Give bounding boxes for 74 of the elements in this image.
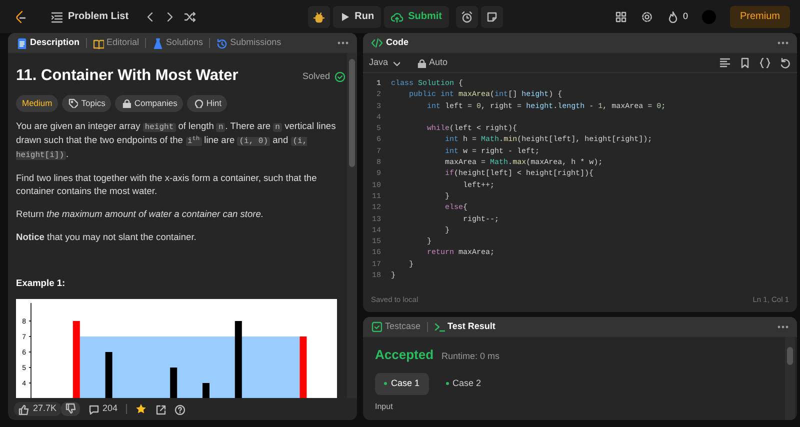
comment-icon[interactable] [88, 404, 99, 414]
thumbs-down-icon[interactable] [64, 403, 76, 414]
scrollbar[interactable] [347, 53, 357, 398]
braces-icon[interactable] [759, 56, 771, 68]
dislike-button[interactable] [60, 402, 80, 416]
code-icon[interactable] [371, 37, 383, 49]
submit-button[interactable]: Submit [384, 6, 449, 28]
hint-tag[interactable]: Hint [187, 94, 228, 112]
tab[interactable]: Solutions [152, 36, 204, 50]
note-icon[interactable] [486, 10, 498, 22]
topics-tag[interactable]: Topics [62, 94, 112, 112]
tag-icon[interactable] [68, 98, 78, 108]
flame-icon[interactable] [666, 10, 679, 22]
bug-icon[interactable] [312, 10, 325, 22]
description-paragraph: Notice that you may not slant the container. [16, 230, 198, 244]
book-icon[interactable] [92, 38, 104, 48]
problem-title: 11. Container With Most Water [16, 67, 238, 86]
tab[interactable]: Editorial [92, 36, 140, 50]
checkbox-icon[interactable] [371, 321, 382, 332]
timer-button[interactable] [456, 6, 478, 28]
run-button[interactable]: Run [332, 6, 382, 28]
description-paragraph: Return the maximum amount of water a container can store. [16, 208, 265, 221]
streak-count: 0 [682, 10, 688, 23]
verdict-text: Accepted [375, 346, 434, 364]
solved-status: Solved [302, 70, 330, 83]
language-dropdown[interactable]: Java [369, 56, 400, 70]
description-paragraph: Find two lines that together with the x-axis form a container, such that the container contains the most water. [16, 172, 318, 198]
cloud-upload-icon[interactable] [391, 10, 404, 22]
grid-icon[interactable] [614, 10, 627, 22]
star-icon[interactable] [134, 403, 147, 415]
dot-icon [384, 382, 387, 386]
undo-icon[interactable] [779, 56, 791, 68]
premium-button[interactable]: Premium [730, 6, 790, 28]
active-tab[interactable]: Test Result [434, 320, 496, 334]
input-label: Input [375, 400, 394, 413]
code-tab[interactable]: Code [371, 36, 408, 50]
settings-icon[interactable] [640, 10, 653, 22]
active-case-tab[interactable]: Case 1 [375, 373, 429, 395]
terminal-icon[interactable] [434, 321, 445, 332]
lock-icon[interactable] [121, 98, 132, 108]
list-icon[interactable] [51, 10, 63, 22]
flask-icon[interactable] [152, 38, 164, 48]
scrollbar[interactable] [785, 336, 795, 420]
case-tab[interactable]: Case 2 [436, 373, 490, 395]
description-paragraph: You are given an integer array height of length n . There are n vertical lines drawn such that the two endpoints of the i$^{th}$ line are (i, 0) and (i, height[i]) . [16, 120, 337, 162]
bookmark-icon[interactable] [739, 56, 751, 68]
dot-icon [446, 382, 449, 386]
tab[interactable]: Submissions [216, 36, 282, 50]
lock-icon[interactable] [416, 58, 426, 68]
comments-button[interactable]: 204 [88, 402, 118, 416]
bulb-icon[interactable] [193, 98, 204, 108]
companies-tag[interactable]: Companies [115, 94, 184, 112]
doc-icon[interactable] [16, 38, 27, 48]
format-icon[interactable] [719, 56, 731, 68]
help-icon[interactable] [174, 404, 185, 414]
like-button[interactable]: 27.7K [14, 402, 61, 416]
shuffle-icon[interactable] [184, 10, 196, 22]
notes-button[interactable] [480, 6, 503, 28]
auto-mode-button[interactable]: Auto [416, 56, 448, 70]
active-tab[interactable]: Description [16, 36, 80, 50]
tab[interactable]: Testcase [371, 320, 421, 334]
share-icon[interactable] [154, 404, 166, 414]
bar [170, 367, 178, 398]
thumbs-up-icon[interactable] [18, 404, 29, 414]
bar [202, 382, 210, 398]
logo-icon[interactable] [14, 10, 28, 24]
runtime-text: Runtime: 0 ms [442, 350, 500, 363]
history-icon[interactable] [216, 38, 228, 48]
debug-button[interactable] [308, 6, 330, 28]
example-heading: Example 1: [16, 276, 66, 290]
problem-list-button[interactable]: Problem List [44, 6, 136, 28]
difficulty-badge[interactable]: Medium [16, 94, 58, 112]
alarm-clock-icon[interactable] [460, 10, 473, 22]
play-icon [340, 12, 350, 22]
